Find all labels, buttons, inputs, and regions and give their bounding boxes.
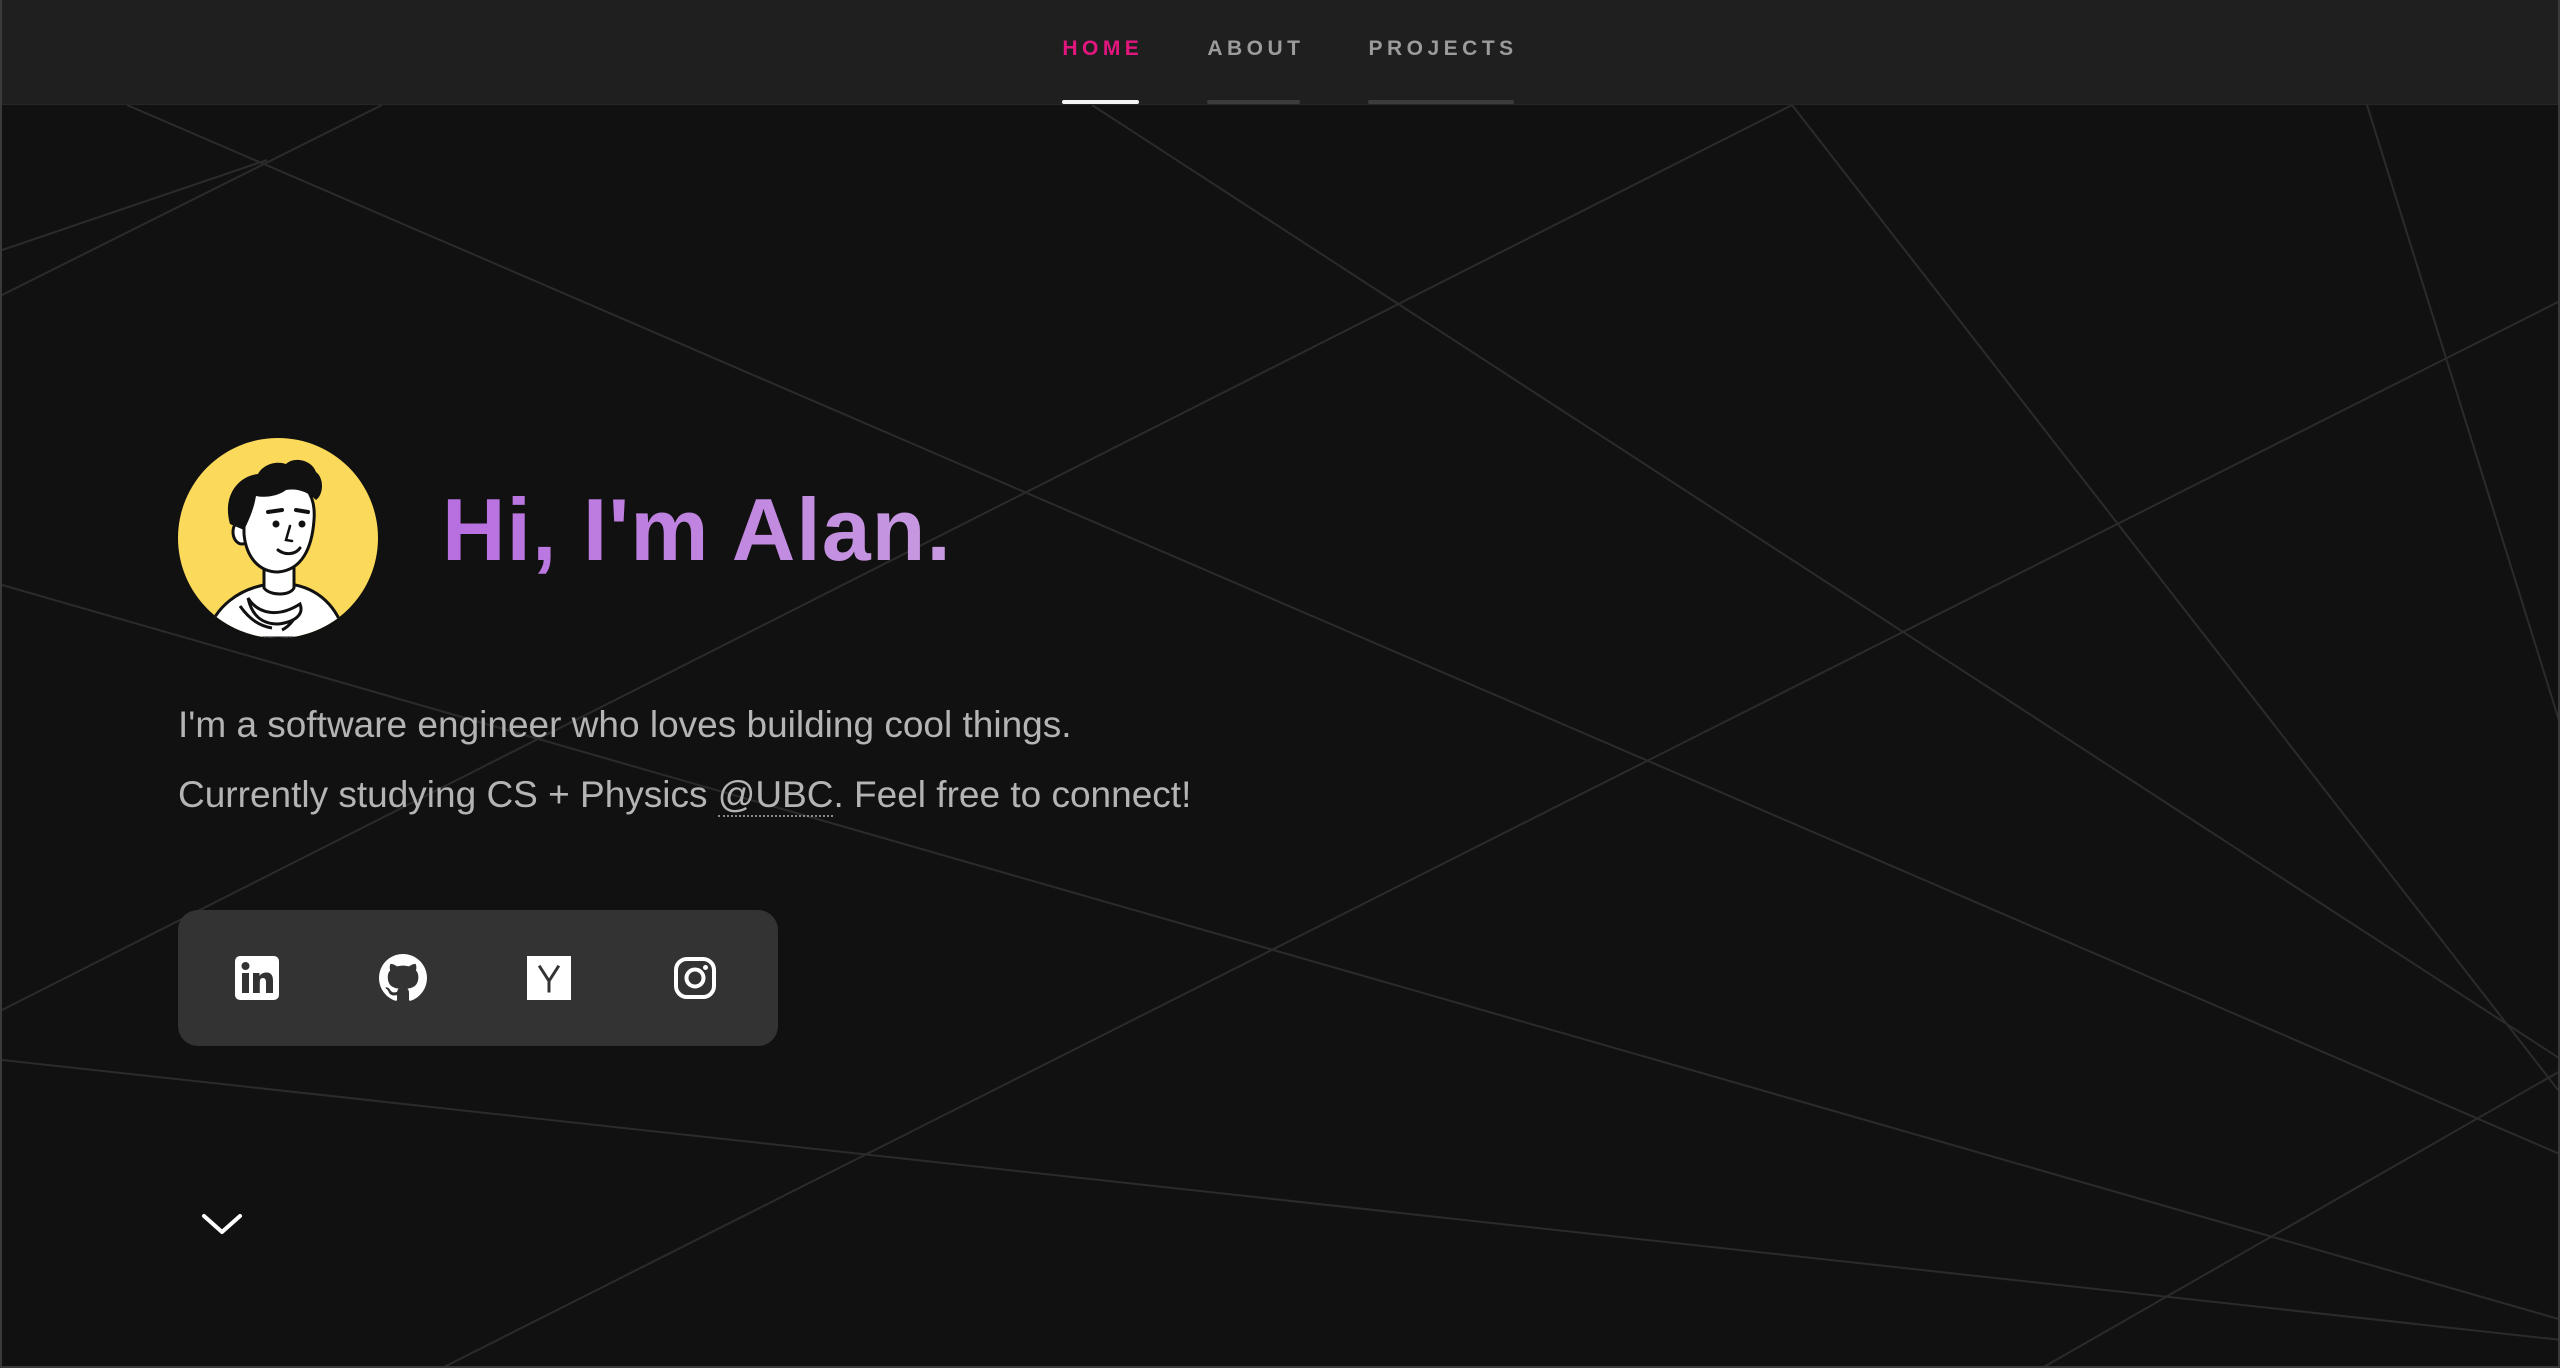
bio-line-2-text-before: Currently studying CS + Physics xyxy=(178,774,718,815)
github-icon xyxy=(379,954,427,1001)
avatar xyxy=(178,438,378,638)
bio-line-1: I'm a software engineer who loves buildi… xyxy=(178,704,1072,745)
ubc-link[interactable]: @UBC xyxy=(717,774,834,817)
instagram-icon xyxy=(674,957,716,999)
hero-greeting: Hi, I'm Alan. xyxy=(442,480,952,579)
nav-item-about[interactable]: ABOUT xyxy=(1207,0,1304,104)
top-navigation: HOME ABOUT PROJECTS xyxy=(2,0,2558,105)
linkedin-link[interactable] xyxy=(233,954,281,1002)
page: HOME ABOUT PROJECTS Hi, I'm Alan. I'm a … xyxy=(0,0,2560,1368)
cartoon-avatar-illustration xyxy=(204,459,348,638)
hero-header: Hi, I'm Alan. xyxy=(178,438,1191,638)
chevron-down-icon xyxy=(202,1214,242,1234)
bio-line-2: Currently studying CS + Physics @UBC. Fe… xyxy=(178,760,1191,830)
ycombinator-icon xyxy=(527,956,571,1000)
hero-bio: I'm a software engineer who loves buildi… xyxy=(178,690,1191,830)
instagram-link[interactable] xyxy=(671,954,719,1002)
scroll-down-button[interactable] xyxy=(200,1208,244,1244)
bio-line-2-text-after: . Feel free to connect! xyxy=(833,774,1192,815)
nav-item-home[interactable]: HOME xyxy=(1062,0,1143,104)
hero-section: Hi, I'm Alan. I'm a software engineer wh… xyxy=(178,438,1191,1046)
social-links-bar xyxy=(178,910,778,1046)
linkedin-icon xyxy=(235,956,279,1000)
github-link[interactable] xyxy=(379,954,427,1002)
ycombinator-link[interactable] xyxy=(525,954,573,1002)
nav-menu: HOME ABOUT PROJECTS xyxy=(2,0,2558,104)
nav-item-projects[interactable]: PROJECTS xyxy=(1368,0,1517,104)
